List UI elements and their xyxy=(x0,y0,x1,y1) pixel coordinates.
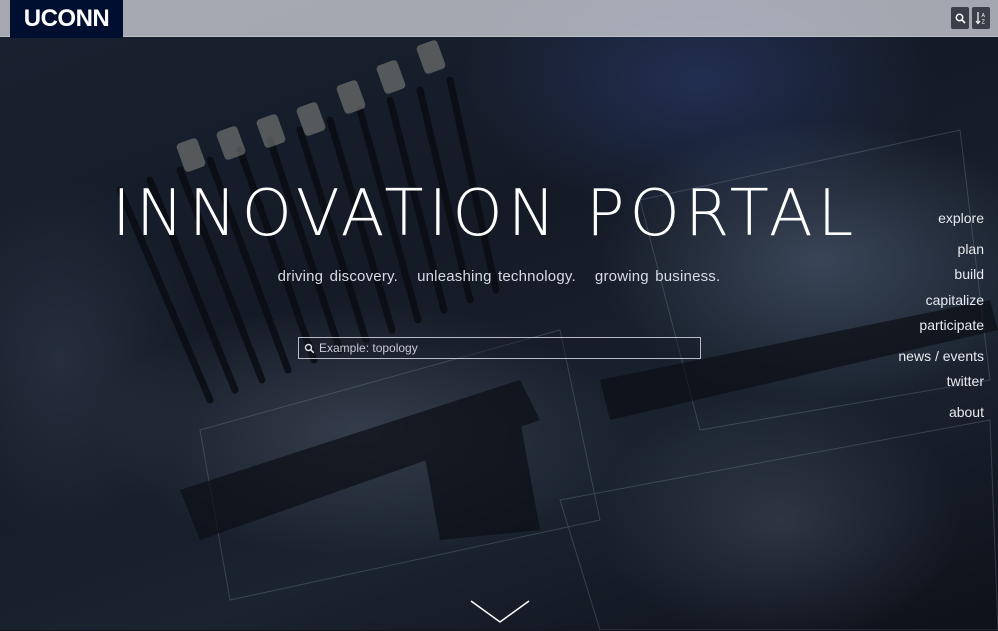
nav-item-about[interactable]: about xyxy=(949,404,984,420)
sort-az-icon: A Z xyxy=(975,12,986,26)
scroll-down-button[interactable] xyxy=(469,598,531,626)
lab-photo-background xyxy=(116,40,998,630)
nav-item-twitter[interactable]: twitter xyxy=(947,373,984,389)
hero-background xyxy=(0,0,998,630)
search-input[interactable] xyxy=(319,339,700,357)
page-title: INNOVATION PORTAL xyxy=(112,177,859,251)
search-icon xyxy=(955,13,966,24)
search-box[interactable] xyxy=(298,337,701,359)
uconn-logo[interactable]: UCONN xyxy=(10,0,123,38)
nav-item-build[interactable]: build xyxy=(954,266,984,282)
nav-item-participate[interactable]: participate xyxy=(919,317,984,333)
sort-button[interactable]: A Z xyxy=(972,7,990,29)
logo-text: UCONN xyxy=(23,5,110,32)
nav-item-capitalize[interactable]: capitalize xyxy=(926,292,984,308)
nav-item-explore[interactable]: explore xyxy=(938,210,984,226)
nav-item-plan[interactable]: plan xyxy=(958,241,984,257)
svg-text:Z: Z xyxy=(982,20,986,26)
nav-item-news-events[interactable]: news / events xyxy=(898,348,984,364)
search-button[interactable] xyxy=(951,7,969,29)
chevron-down-icon xyxy=(470,600,530,623)
search-icon xyxy=(299,343,319,354)
svg-text:A: A xyxy=(982,13,986,19)
top-bar: UCONN A Z xyxy=(0,0,998,38)
tagline: driving discovery. unleashing technology… xyxy=(277,268,721,285)
